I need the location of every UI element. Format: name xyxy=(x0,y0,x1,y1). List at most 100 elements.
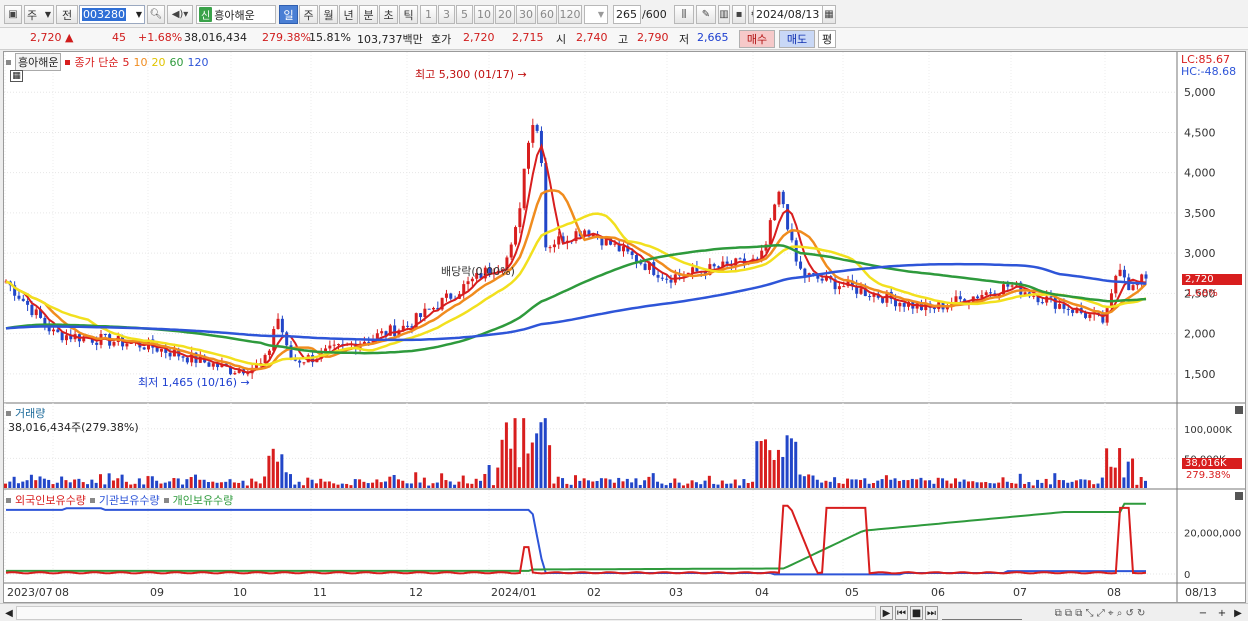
legend-square-icon xyxy=(6,59,11,65)
minute-5-button[interactable]: 5 xyxy=(456,5,473,24)
volume-current-pct: 279.38% xyxy=(1186,470,1231,481)
legend-square-icon xyxy=(6,497,11,503)
volume-bar xyxy=(146,476,150,488)
prev-button[interactable]: 전 xyxy=(56,5,78,24)
candle-body xyxy=(427,308,431,310)
volume-bar xyxy=(530,442,534,488)
volume-bar xyxy=(712,483,716,488)
zoom-slider[interactable] xyxy=(942,606,1022,620)
volume-bar xyxy=(224,481,228,488)
volume-bar xyxy=(612,482,616,488)
volume-bar xyxy=(798,474,802,488)
candle-body xyxy=(324,348,328,352)
ma-legend-label: 종가 단순 xyxy=(74,56,119,69)
pane-close-icon[interactable] xyxy=(1235,492,1243,500)
volume-bar xyxy=(556,476,560,488)
volume-bar xyxy=(971,481,975,488)
minute-20-button[interactable]: 20 xyxy=(495,5,515,24)
pane-close-icon[interactable] xyxy=(1235,406,1243,414)
candle-body xyxy=(902,302,906,307)
chart-window-icon[interactable]: ▣ xyxy=(4,5,22,24)
volume-bar xyxy=(142,484,146,488)
zoom-out-icon[interactable]: − xyxy=(1197,606,1209,620)
x-tick-label: 08 xyxy=(55,586,69,599)
minute-120-button[interactable]: 120 xyxy=(558,5,582,24)
volume-bar xyxy=(1100,477,1104,488)
volume-bar xyxy=(51,484,55,488)
play-icon[interactable]: ▶ xyxy=(880,606,893,620)
volume-bar xyxy=(1023,483,1027,488)
minute-3-button[interactable]: 3 xyxy=(438,5,455,24)
candle-body xyxy=(622,246,625,252)
stock-tag[interactable]: 흥아해운 xyxy=(15,53,62,71)
period-tab-tick[interactable]: 틱 xyxy=(399,5,418,24)
candle-icon[interactable]: ⫼ xyxy=(674,5,694,24)
date-input[interactable]: 2024/08/13 xyxy=(753,5,823,24)
volume-bar xyxy=(945,480,949,488)
candle-body xyxy=(21,298,25,301)
candle-body xyxy=(691,267,695,273)
sell-button[interactable]: 매도 xyxy=(779,30,815,48)
chevron-down-icon[interactable]: ▼ xyxy=(136,10,144,19)
save-icon[interactable]: ▪ xyxy=(732,5,746,24)
arrow-right-icon: → xyxy=(517,68,527,81)
candle-body xyxy=(1006,284,1010,287)
candle-body xyxy=(272,328,276,351)
bars-icon[interactable]: ▥ xyxy=(718,5,730,24)
buy-button[interactable]: 매수 xyxy=(739,30,775,48)
volume-bar xyxy=(68,482,72,488)
chart-svg[interactable]: 5,0004,5004,0003,5003,0002,5002,0001,500… xyxy=(4,52,1245,602)
speaker-icon[interactable]: ◀)▾ xyxy=(167,5,193,24)
period-tab-year[interactable]: 년 xyxy=(339,5,358,24)
volume-bar xyxy=(284,472,288,488)
search-icon[interactable]: 🔍︎ xyxy=(147,5,165,24)
holding-tick-label: 0 xyxy=(1184,570,1190,581)
minute-1-button[interactable]: 1 xyxy=(420,5,437,24)
period-type-select[interactable]: 주 ▼ xyxy=(24,5,54,24)
minute-30-button[interactable]: 30 xyxy=(516,5,536,24)
chart-area[interactable]: 5,000 4,500 4,000 3,500 3,000 2,500 2,000 1,500… xyxy=(3,51,1246,603)
scroll-right-icon[interactable]: ▶ xyxy=(1232,606,1244,620)
period-tab-week[interactable]: 주 xyxy=(299,5,318,24)
candle-body xyxy=(1040,302,1044,304)
volume-bar xyxy=(375,479,379,488)
zoom-in-icon[interactable]: + xyxy=(1216,606,1228,620)
ma-10-label: 10 xyxy=(133,55,148,69)
eval-button[interactable]: 평 xyxy=(818,30,836,48)
volume-bar xyxy=(992,483,996,488)
calendar-icon[interactable]: ▦ xyxy=(822,5,836,24)
horizontal-scrollbar[interactable] xyxy=(16,606,876,620)
period-tab-month[interactable]: 월 xyxy=(319,5,338,24)
zoom-tools-icon[interactable]: ⧉ ⧉ ⧉ ⤡ ⤢ ⌖ ⌕ ↺ ↻ xyxy=(1025,606,1175,620)
volume-bar xyxy=(34,480,38,488)
volume-bar xyxy=(1031,485,1035,488)
candle-body xyxy=(1010,285,1014,287)
period-tab-second[interactable]: 초 xyxy=(379,5,398,24)
volume-bar xyxy=(60,476,64,488)
rewind-icon[interactable]: ⏮ xyxy=(895,606,908,620)
stock-code-input[interactable]: 003280 ▼ xyxy=(79,5,145,24)
minute-60-button[interactable]: 60 xyxy=(537,5,557,24)
stop-icon[interactable]: ■ xyxy=(910,606,923,620)
candle-body xyxy=(466,281,470,285)
stock-name-box[interactable]: 신 흥아해운 xyxy=(196,5,276,24)
volume-bar xyxy=(617,477,621,488)
volume-bar xyxy=(466,483,470,488)
grid-toggle-icon[interactable]: ▦ xyxy=(10,70,23,82)
period-tab-minute[interactable]: 분 xyxy=(359,5,378,24)
minute-custom-select[interactable]: ▼ xyxy=(584,5,608,24)
minute-10-button[interactable]: 10 xyxy=(474,5,494,24)
scroll-left-icon[interactable]: ◀ xyxy=(3,606,15,620)
period-tab-day[interactable]: 일 xyxy=(279,5,298,24)
volume-bar xyxy=(647,476,651,488)
draw-line-icon[interactable]: ✎ xyxy=(696,5,716,24)
count-input[interactable]: 265 xyxy=(613,5,641,24)
forward-icon[interactable]: ⏭ xyxy=(925,606,938,620)
candle-body xyxy=(375,333,379,339)
volume-summary: 38,016,434주(279.38%) xyxy=(8,421,139,434)
volume-bar xyxy=(1049,484,1052,488)
volume-bar xyxy=(833,477,837,488)
volume-bar xyxy=(876,480,880,488)
volume-bar xyxy=(77,478,81,488)
ma-120-label: 120 xyxy=(187,55,209,69)
